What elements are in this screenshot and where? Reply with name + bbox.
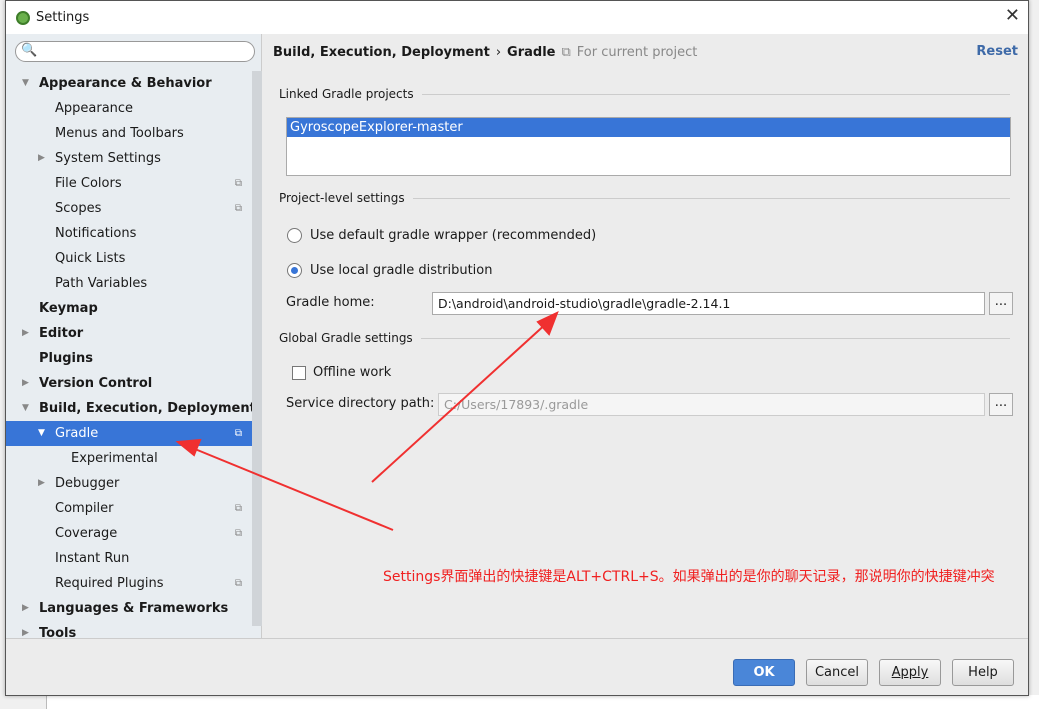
arrow-to-gradle-item [189,446,394,531]
arrow-to-gradle-home [371,321,549,483]
annotation-note: Settings界面弹出的快捷键是ALT+CTRL+S。如果弹出的是你的聊天记录… [383,569,995,585]
arrow-head-icon [536,311,559,336]
annotation-arrows [175,311,559,531]
arrow-head-icon [175,438,202,457]
